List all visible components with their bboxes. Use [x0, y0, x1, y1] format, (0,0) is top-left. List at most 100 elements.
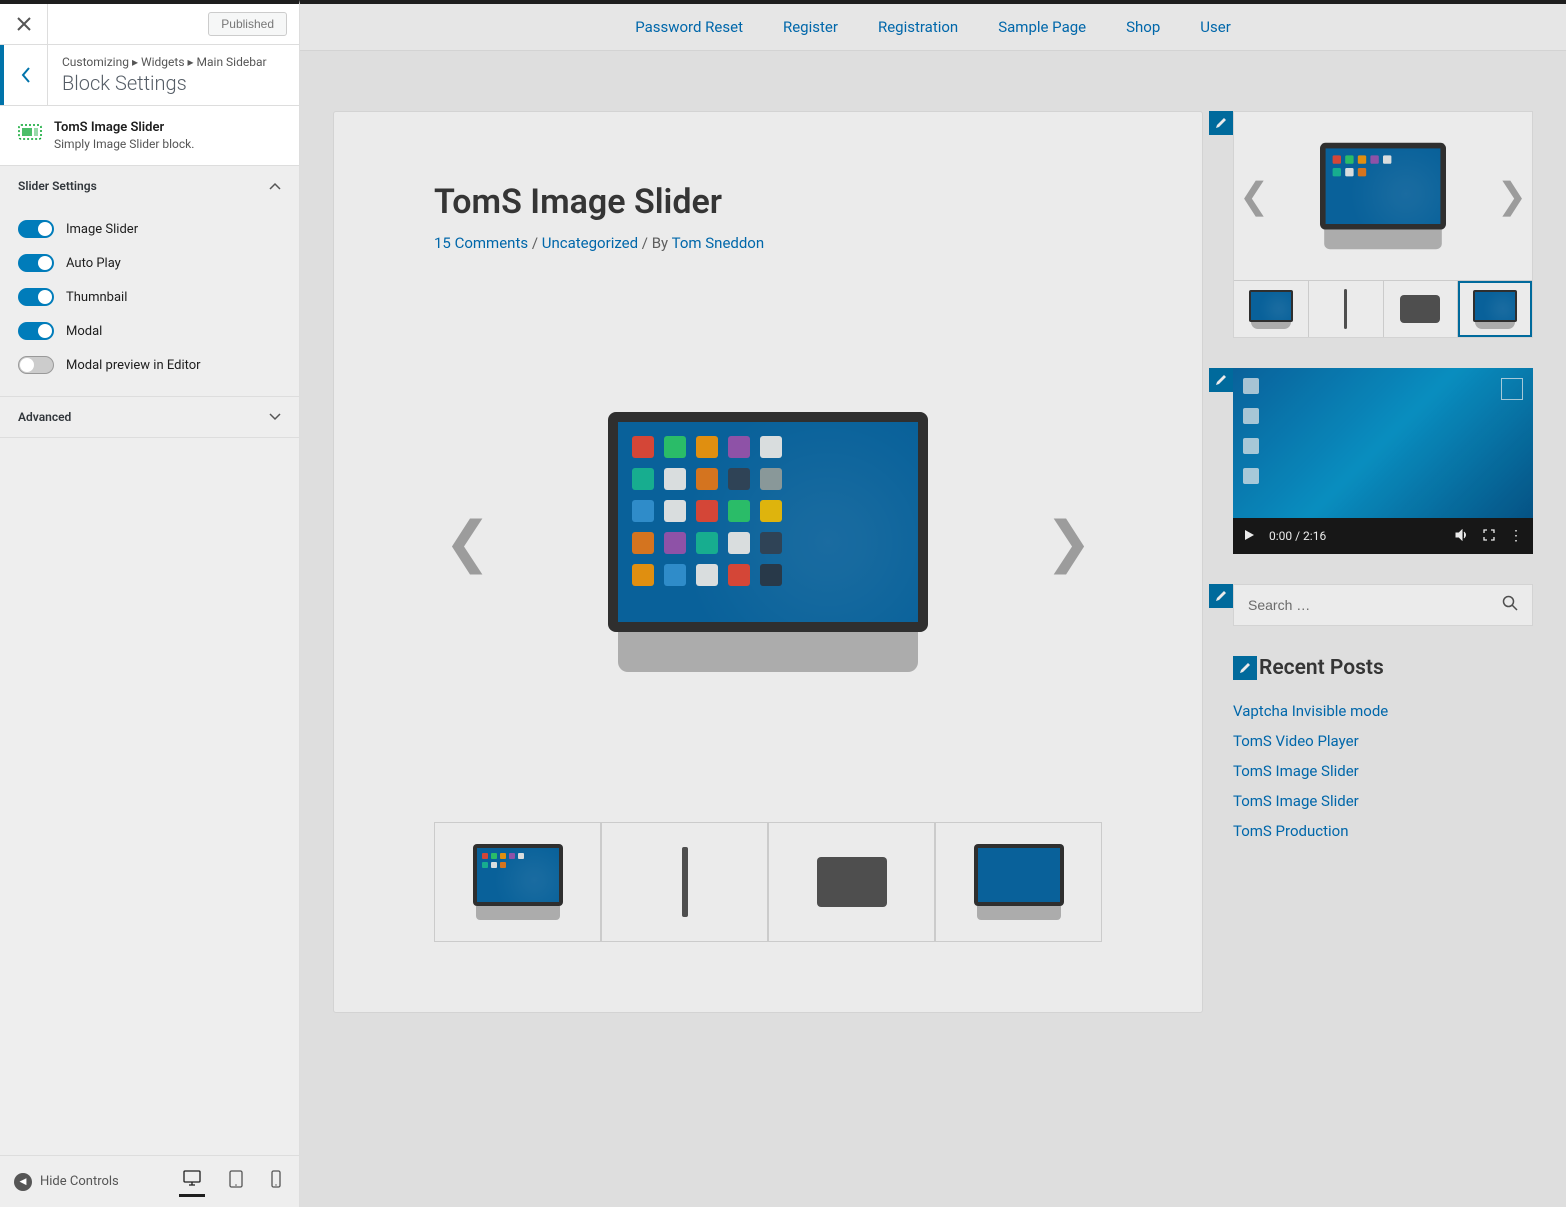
video-controls: 0:00 / 2:16 ⋮ — [1233, 518, 1533, 554]
image-slider-toggle[interactable] — [18, 220, 54, 238]
slider-prev-button[interactable]: ❮ — [444, 509, 491, 575]
edit-widget-button[interactable] — [1209, 584, 1233, 608]
sidebar-widgets: ❮ ❯ — [1233, 111, 1533, 1013]
widget-thumbnail[interactable] — [1309, 281, 1384, 337]
toggle-label: Modal — [66, 324, 102, 339]
thumbnail[interactable] — [434, 822, 601, 942]
slider-next-button[interactable]: ❯ — [1045, 509, 1092, 575]
panel-title: Block Settings — [62, 71, 285, 95]
video-mute-button[interactable] — [1455, 529, 1469, 544]
toggle-label: Image Slider — [66, 222, 138, 237]
recent-post-link[interactable]: TomS Production — [1233, 822, 1349, 840]
toggle-label: Auto Play — [66, 256, 121, 271]
tablet-icon — [229, 1170, 243, 1188]
thumbnail[interactable] — [601, 822, 768, 942]
recent-post-link[interactable]: TomS Image Slider — [1233, 792, 1359, 810]
desktop-preview-button[interactable] — [179, 1166, 205, 1197]
video-menu-button[interactable]: ⋮ — [1509, 528, 1523, 544]
search-icon — [1502, 595, 1518, 611]
slider-settings-header[interactable]: Slider Settings — [0, 166, 299, 206]
publish-button[interactable]: Published — [208, 12, 287, 36]
toggle-label: Thumnbail — [66, 290, 127, 305]
edit-widget-button[interactable] — [1209, 368, 1233, 392]
close-icon — [17, 17, 31, 31]
close-button[interactable] — [0, 4, 48, 44]
comments-link[interactable]: 15 Comments — [434, 234, 528, 252]
tablet-preview-button[interactable] — [225, 1166, 247, 1197]
advanced-section: Advanced — [0, 397, 299, 438]
video-play-button[interactable] — [1243, 529, 1255, 544]
mobile-preview-button[interactable] — [267, 1166, 285, 1197]
thumbnail[interactable] — [935, 822, 1102, 942]
modal-preview-toggle[interactable] — [18, 356, 54, 374]
post-meta: 15 Comments / Uncategorized / By Tom Sne… — [434, 234, 1102, 252]
video-frame[interactable] — [1233, 368, 1533, 518]
post-title: TomS Image Slider — [434, 182, 1102, 222]
author-link[interactable]: Tom Sneddon — [672, 234, 765, 252]
recent-post-link[interactable]: TomS Video Player — [1233, 732, 1359, 750]
widget-search — [1233, 584, 1533, 626]
preview-pane: Password Reset Register Registration Sam… — [300, 0, 1566, 1207]
search-input[interactable] — [1248, 597, 1502, 613]
nav-link[interactable]: Register — [783, 18, 838, 36]
thumbnail[interactable] — [768, 822, 935, 942]
pencil-icon — [1239, 662, 1251, 674]
sidebar-footer: ◀ Hide Controls — [0, 1155, 299, 1207]
block-info: TomS Image Slider Simply Image Slider bl… — [0, 106, 299, 166]
chevron-left-icon — [20, 66, 32, 84]
article: TomS Image Slider 15 Comments / Uncatego… — [333, 111, 1203, 1013]
modal-toggle[interactable] — [18, 322, 54, 340]
video-time: 0:00 / 2:16 — [1269, 529, 1326, 543]
volume-icon — [1455, 529, 1469, 541]
block-title: TomS Image Slider — [54, 120, 281, 135]
customizer-sidebar: Published Customizing ▸ Widgets ▸ Main S… — [0, 0, 300, 1207]
recent-post-link[interactable]: Vaptcha Invisible mode — [1233, 702, 1388, 720]
breadcrumb: Customizing ▸ Widgets ▸ Main Sidebar — [62, 55, 285, 69]
collapse-icon: ◀ — [14, 1173, 32, 1191]
widget-slider-prev[interactable]: ❮ — [1239, 175, 1269, 217]
slider-settings-section: Slider Settings Image Slider Auto Play T… — [0, 166, 299, 397]
fullscreen-icon — [1483, 529, 1495, 541]
breadcrumb-bar: Customizing ▸ Widgets ▸ Main Sidebar Blo… — [0, 45, 299, 106]
auto-play-toggle[interactable] — [18, 254, 54, 272]
back-button[interactable] — [0, 45, 48, 105]
nav-link[interactable]: Shop — [1126, 18, 1160, 36]
widget-slider: ❮ ❯ — [1233, 111, 1533, 338]
widget-video: 0:00 / 2:16 ⋮ — [1233, 368, 1533, 554]
widget-thumbnail[interactable] — [1458, 281, 1532, 337]
chevron-up-icon — [269, 178, 281, 194]
hide-controls-button[interactable]: ◀ Hide Controls — [14, 1173, 119, 1191]
widget-slide-image[interactable]: ❮ ❯ — [1234, 112, 1532, 280]
nav-link[interactable]: Registration — [878, 18, 958, 36]
nav-link[interactable]: User — [1200, 18, 1231, 36]
recent-post-link[interactable]: TomS Image Slider — [1233, 762, 1359, 780]
edit-widget-button[interactable] — [1233, 656, 1257, 680]
block-icon — [18, 120, 42, 144]
advanced-header[interactable]: Advanced — [0, 397, 299, 437]
widget-thumbnail[interactable] — [1234, 281, 1309, 337]
pencil-icon — [1215, 590, 1227, 602]
search-button[interactable] — [1502, 595, 1518, 615]
main-slider: ❮ — [434, 292, 1102, 792]
video-fullscreen-button[interactable] — [1483, 529, 1495, 544]
widget-recent-posts: Recent Posts Vaptcha Invisible mode TomS… — [1233, 656, 1533, 846]
play-icon — [1243, 529, 1255, 541]
nav-link[interactable]: Sample Page — [998, 18, 1086, 36]
category-link[interactable]: Uncategorized — [542, 234, 638, 252]
sidebar-header: Published — [0, 4, 299, 45]
pencil-icon — [1215, 117, 1227, 129]
widget-slider-next[interactable]: ❯ — [1497, 175, 1527, 217]
widget-thumbnail[interactable] — [1384, 281, 1459, 337]
pencil-icon — [1215, 374, 1227, 386]
widget-title: Recent Posts — [1259, 656, 1384, 680]
desktop-icon — [183, 1170, 201, 1186]
slide-image[interactable] — [434, 292, 1102, 792]
nav-link[interactable]: Password Reset — [635, 18, 743, 36]
toggle-label: Modal preview in Editor — [66, 358, 201, 373]
slider-thumbnails — [434, 822, 1102, 942]
site-nav: Password Reset Register Registration Sam… — [300, 4, 1566, 51]
chevron-down-icon — [269, 409, 281, 425]
edit-widget-button[interactable] — [1209, 111, 1233, 135]
mobile-icon — [271, 1170, 281, 1188]
thumbnail-toggle[interactable] — [18, 288, 54, 306]
